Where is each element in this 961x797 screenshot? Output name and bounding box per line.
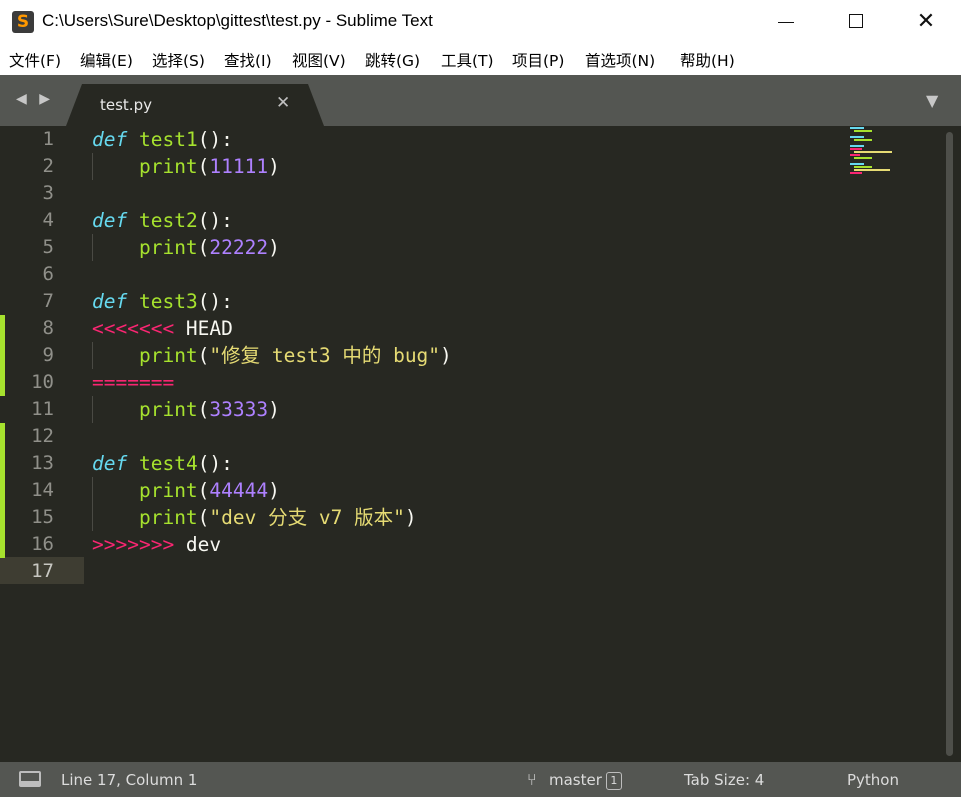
code-line: =======	[92, 371, 175, 394]
line-number: 6	[42, 263, 54, 285]
menu-tools[interactable]: 工具(T)	[441, 49, 494, 71]
line-number: 15	[31, 506, 54, 528]
line-number: 9	[42, 344, 54, 366]
line-number: 2	[42, 155, 54, 177]
close-window-button[interactable]: ✕	[891, 0, 961, 44]
menu-edit[interactable]: 编辑(E)	[80, 49, 133, 71]
line-number: 7	[42, 290, 54, 312]
code-line: def test3():	[92, 290, 233, 313]
line-number: 8	[42, 317, 54, 339]
menu-goto[interactable]: 跳转(G)	[365, 49, 420, 71]
code-line: print("修复 test3 中的 bug")	[138, 344, 452, 367]
menu-help[interactable]: 帮助(H)	[680, 49, 735, 71]
sublime-app-icon: S	[12, 11, 34, 33]
indent-guide	[92, 234, 93, 261]
indent-guide	[92, 153, 93, 180]
git-modified-marker	[0, 315, 5, 396]
line-number: 10	[31, 371, 54, 393]
line-number: 3	[42, 182, 54, 204]
maximize-icon	[849, 14, 863, 28]
menu-preferences[interactable]: 首选项(N)	[585, 49, 655, 71]
code-line: print("dev 分支 v7 版本")	[138, 506, 417, 529]
code-line: def test2():	[92, 209, 233, 232]
tab-dropdown-icon[interactable]: ▼	[926, 91, 938, 110]
code-line: >>>>>>> dev	[92, 533, 222, 556]
close-icon: ✕	[916, 9, 936, 34]
tab-size[interactable]: Tab Size: 4	[684, 771, 764, 789]
indent-guide	[92, 477, 93, 504]
tab-bar: ◀ ▶ test.py ✕ ▼	[0, 75, 961, 126]
tab-close-icon[interactable]: ✕	[276, 93, 290, 113]
maximize-button[interactable]	[821, 0, 891, 44]
line-number: 17	[31, 560, 54, 582]
code-line: <<<<<<< HEAD	[92, 317, 233, 340]
menu-view[interactable]: 视图(V)	[292, 49, 346, 71]
line-number: 14	[31, 479, 54, 501]
code-line: print(22222)	[138, 236, 280, 259]
git-badge: 1	[605, 772, 622, 790]
line-number: 13	[31, 452, 54, 474]
line-number: 11	[31, 398, 54, 420]
line-number: 4	[42, 209, 54, 231]
git-branch[interactable]: master 1	[549, 771, 622, 790]
title-bar: S C:\Users\Sure\Desktop\gittest\test.py …	[0, 0, 961, 44]
syntax-selector[interactable]: Python	[847, 771, 899, 789]
code-line: def test1():	[92, 128, 233, 151]
minimize-icon	[778, 22, 794, 23]
status-bar: Line 17, Column 1 ⑂ master 1 Tab Size: 4 …	[0, 762, 961, 797]
line-number-gutter: 1 2 3 4 5 6 7 8 9 10 11 12 13 14 15 16 17	[0, 126, 84, 762]
indent-guide	[92, 396, 93, 423]
code-line: print(44444)	[138, 479, 280, 502]
git-modified-marker	[0, 423, 5, 558]
line-number: 1	[42, 128, 54, 150]
git-branch-icon: ⑂	[527, 770, 537, 789]
code-line: print(33333)	[138, 398, 280, 421]
menu-bar: 文件(F) 编辑(E) 选择(S) 查找(I) 视图(V) 跳转(G) 工具(T…	[0, 44, 961, 75]
code-line: def test4():	[92, 452, 233, 475]
line-number: 12	[31, 425, 54, 447]
tab-label: test.py	[100, 96, 152, 114]
editor-area[interactable]: 1 2 3 4 5 6 7 8 9 10 11 12 13 14 15 16 17 def test1(): p…	[0, 126, 961, 762]
panel-toggle-icon[interactable]	[19, 771, 41, 787]
indent-guide	[92, 504, 93, 531]
menu-file[interactable]: 文件(F)	[9, 49, 61, 71]
menu-selection[interactable]: 选择(S)	[152, 49, 205, 71]
tab-test-py[interactable]: test.py ✕	[66, 84, 324, 126]
minimap[interactable]	[850, 126, 895, 186]
cursor-position: Line 17, Column 1	[61, 771, 198, 789]
line-number: 16	[31, 533, 54, 555]
indent-guide	[92, 342, 93, 369]
minimize-button[interactable]	[751, 0, 821, 44]
window-title: C:\Users\Sure\Desktop\gittest\test.py - …	[42, 11, 433, 30]
menu-project[interactable]: 项目(P)	[512, 49, 564, 71]
line-number: 5	[42, 236, 54, 258]
git-branch-name: master	[549, 771, 602, 789]
vertical-scrollbar[interactable]	[946, 132, 953, 756]
code-line: print(11111)	[138, 155, 280, 178]
tab-nav-arrows-icon[interactable]: ◀ ▶	[16, 91, 54, 107]
menu-find[interactable]: 查找(I)	[224, 49, 272, 71]
